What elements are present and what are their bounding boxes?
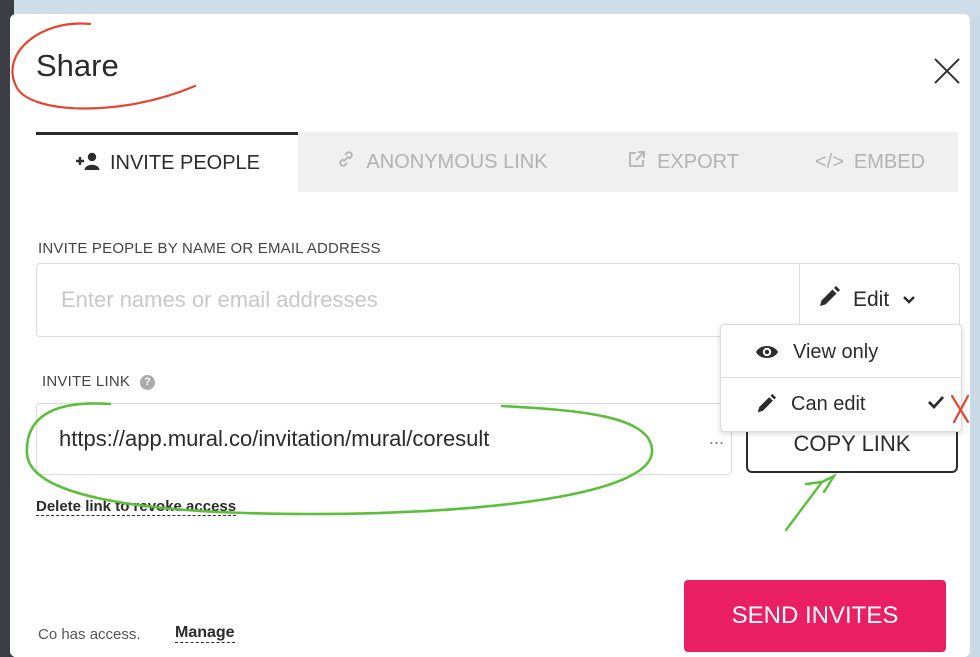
menu-item-label: Can edit [791, 392, 866, 415]
menu-item-can-edit[interactable]: Can edit [721, 379, 961, 429]
invite-link-label-text: INVITE LINK [42, 373, 131, 390]
tab-label: EXPORT [657, 150, 739, 173]
invite-input[interactable] [37, 264, 797, 336]
delete-link[interactable]: Delete link to revoke access [36, 498, 237, 516]
permission-dropdown: View only Can edit [720, 324, 962, 432]
invite-link-url: https://app.mural.co/invitation/mural/co… [59, 426, 490, 451]
permission-value: Edit [853, 288, 890, 311]
eye-icon [755, 343, 779, 361]
invite-field-label: INVITE PEOPLE BY NAME OR EMAIL ADDRESS [38, 240, 381, 257]
tab-label: EMBED [853, 150, 926, 173]
chevron-down-icon [901, 288, 917, 312]
add-person-icon [74, 151, 100, 177]
permission-select[interactable]: Edit [817, 282, 917, 318]
send-invites-button[interactable]: SEND INVITES [684, 580, 946, 652]
tab-embed[interactable]: </> EMBED [782, 132, 958, 192]
dialog-title: Share [36, 48, 119, 83]
invite-link-field[interactable]: https://app.mural.co/invitation/mural/co… [36, 403, 732, 475]
share-dialog: Share INVITE PEOPLE ANONYMOUS LINK EXPOR… [10, 14, 970, 657]
access-text: Co has access. [38, 626, 141, 643]
tab-label: INVITE PEOPLE [109, 152, 261, 174]
tab-anonymous-link[interactable]: ANONYMOUS LINK [304, 132, 580, 192]
tab-label: ANONYMOUS LINK [366, 150, 548, 173]
checkmark-icon [927, 393, 945, 416]
divider [721, 377, 961, 378]
tab-invite-people[interactable]: INVITE PEOPLE [36, 132, 298, 192]
external-link-icon [627, 149, 647, 175]
help-icon[interactable]: ? [140, 374, 156, 390]
pencil-icon [817, 285, 841, 315]
invite-link-label: INVITE LINK? [42, 373, 156, 390]
menu-item-view-only[interactable]: View only [721, 327, 961, 377]
annotation-arrow [784, 473, 838, 532]
close-icon[interactable] [930, 54, 964, 88]
menu-item-label: View only [793, 340, 879, 363]
pencil-icon [755, 393, 777, 415]
tab-export[interactable]: EXPORT [590, 132, 776, 192]
tab-bar: INVITE PEOPLE ANONYMOUS LINK EXPORT </> … [36, 132, 958, 192]
link-icon [336, 149, 356, 175]
manage-link[interactable]: Manage [175, 624, 235, 643]
code-icon: </> [814, 150, 844, 173]
